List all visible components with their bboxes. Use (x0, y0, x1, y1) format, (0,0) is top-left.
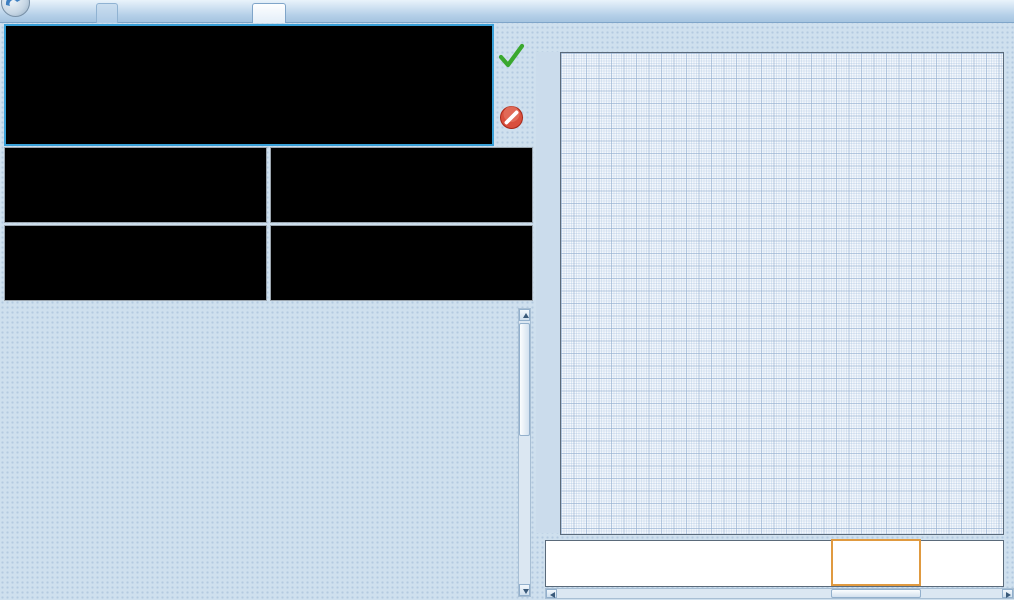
beat-annotation-row (0, 28, 1014, 52)
channel-trace (5, 226, 264, 298)
channel-trace (5, 148, 264, 220)
ecg-waveforms (560, 52, 1002, 533)
channel-panel-2[interactable] (270, 147, 533, 223)
scrollbar-thumb[interactable] (831, 589, 921, 598)
channel-trace (271, 148, 530, 220)
holter-workstation: { "tabs": [ {"label": "记录管理", "active": … (0, 0, 1014, 600)
close-icon[interactable] (268, 7, 280, 19)
tab-record-management[interactable] (96, 3, 118, 23)
ecg-horizontal-scrollbar[interactable] (545, 588, 1014, 599)
scroll-right-arrow[interactable] (1002, 589, 1013, 598)
tab-bar (0, 0, 1014, 23)
rhythm-trace (546, 541, 1001, 584)
lead-label-gutter (536, 52, 560, 533)
channel-panel-4[interactable] (270, 225, 533, 301)
scroll-down-arrow[interactable] (519, 584, 530, 596)
channel-panel-3[interactable] (4, 225, 267, 301)
channel-panel-1[interactable] (4, 147, 267, 223)
rhythm-selection-box[interactable] (831, 539, 921, 586)
reject-block-button[interactable] (499, 105, 524, 130)
scroll-up-arrow[interactable] (519, 309, 530, 321)
rhythm-strip[interactable] (545, 540, 1004, 587)
scroll-left-arrow[interactable] (546, 589, 557, 598)
thumbnail-scrollbar[interactable] (518, 308, 531, 597)
scrollbar-thumb[interactable] (519, 323, 530, 436)
tab-observe-record[interactable] (252, 3, 286, 23)
app-logo[interactable] (1, 0, 30, 17)
channel-trace (271, 226, 530, 298)
